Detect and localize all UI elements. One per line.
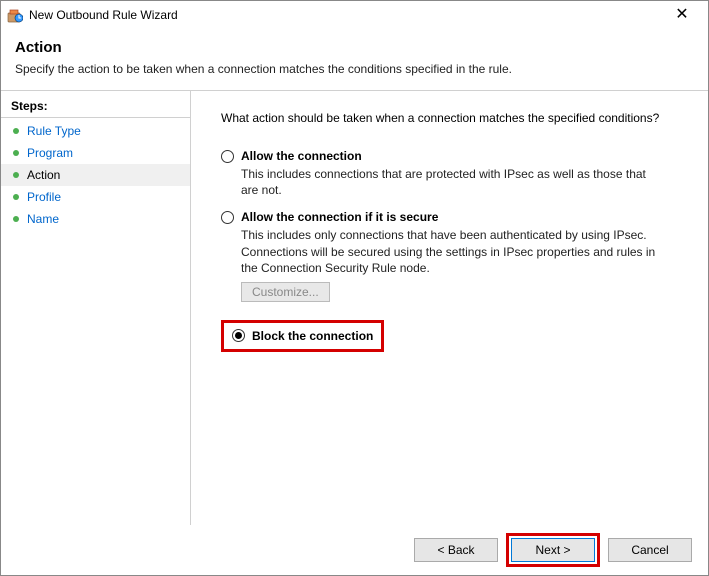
highlight-box-next: Next >: [506, 533, 600, 567]
customize-button: Customize...: [241, 282, 330, 302]
window-title: New Outbound Rule Wizard: [29, 8, 662, 22]
wizard-footer: < Back Next > Cancel: [1, 525, 708, 575]
option-allow-secure[interactable]: Allow the connection if it is secure Thi…: [221, 210, 684, 302]
step-action[interactable]: Action: [1, 164, 190, 186]
action-prompt: What action should be taken when a conne…: [221, 111, 684, 125]
option-allow-secure-desc: This includes only connections that have…: [241, 227, 661, 276]
step-label: Profile: [27, 190, 61, 204]
content-area: Steps: Rule Type Program Action Profile …: [1, 90, 708, 534]
cancel-button[interactable]: Cancel: [608, 538, 692, 562]
option-allow-secure-label: Allow the connection if it is secure: [241, 210, 438, 224]
step-program[interactable]: Program: [1, 142, 190, 164]
back-button[interactable]: < Back: [414, 538, 498, 562]
bullet-icon: [13, 150, 19, 156]
step-profile[interactable]: Profile: [1, 186, 190, 208]
step-label: Name: [27, 212, 59, 226]
step-label: Action: [27, 168, 60, 182]
bullet-icon: [13, 172, 19, 178]
radio-block[interactable]: [232, 329, 245, 342]
highlight-box-block: Block the connection: [221, 320, 384, 352]
radio-allow[interactable]: [221, 150, 234, 163]
page-subtitle: Specify the action to be taken when a co…: [15, 62, 694, 76]
option-block-label: Block the connection: [252, 329, 373, 343]
steps-sidebar: Steps: Rule Type Program Action Profile …: [1, 91, 191, 534]
titlebar: New Outbound Rule Wizard ✕: [1, 1, 708, 29]
option-allow-desc: This includes connections that are prote…: [241, 166, 661, 198]
bullet-icon: [13, 194, 19, 200]
option-allow[interactable]: Allow the connection This includes conne…: [221, 149, 684, 198]
step-label: Rule Type: [27, 124, 81, 138]
step-name[interactable]: Name: [1, 208, 190, 230]
page-title: Action: [15, 39, 694, 56]
option-allow-label: Allow the connection: [241, 149, 362, 163]
main-panel: What action should be taken when a conne…: [191, 91, 708, 534]
radio-allow-secure[interactable]: [221, 211, 234, 224]
next-button[interactable]: Next >: [511, 538, 595, 562]
step-rule-type[interactable]: Rule Type: [1, 120, 190, 142]
option-block[interactable]: Block the connection: [232, 329, 373, 343]
bullet-icon: [13, 128, 19, 134]
wizard-header: Action Specify the action to be taken wh…: [1, 29, 708, 90]
steps-heading: Steps:: [1, 97, 190, 118]
close-icon[interactable]: ✕: [662, 1, 702, 29]
bullet-icon: [13, 216, 19, 222]
app-icon: [7, 7, 23, 23]
step-label: Program: [27, 146, 73, 160]
